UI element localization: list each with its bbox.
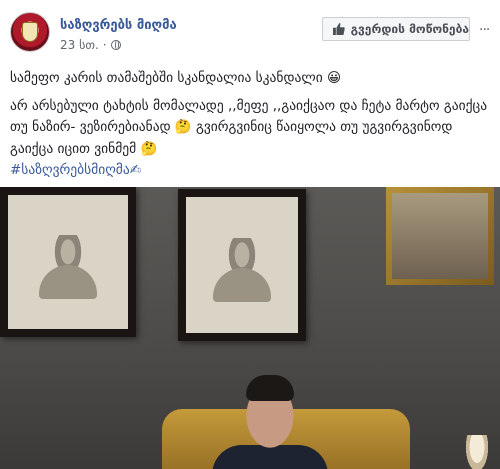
post-text-line: თუ ნაზირ- ვეზირებიანად 🤔 გვირგვინიც წაიყ… (10, 119, 453, 135)
post-text-line: სამეფო კარის თამაშებში სკანდალია სკანდალ… (10, 70, 342, 86)
page-name-link[interactable]: საზღვრებს მიღმა (60, 18, 177, 33)
post-text-line: გაიქცა იცით ვინმემ 🤔 (10, 141, 158, 157)
globe-icon[interactable] (110, 40, 121, 50)
table-lamp (464, 435, 490, 469)
thumbs-up-icon (333, 23, 345, 35)
man-head (240, 375, 300, 449)
post-text-line: არ არსებული ტახტის მომალადე ,,მეფე ,,გაი… (10, 98, 488, 114)
post-time[interactable]: 23 სთ. (60, 38, 99, 52)
hashtag-link[interactable]: #საზღვრებსმიღმა✍ (10, 162, 141, 178)
post-meta: 23 სთ. · (60, 38, 121, 52)
framed-portrait-center (178, 189, 306, 341)
coat-of-arms-icon (22, 22, 38, 42)
page-avatar[interactable] (10, 12, 50, 52)
framed-painting-right (386, 187, 494, 285)
post-photo[interactable] (0, 187, 500, 469)
more-options-button[interactable]: ··· (479, 22, 490, 38)
separator-dot: · (102, 38, 107, 52)
facebook-post: საზღვრებს მიღმა 23 სთ. · გვერდის მოწონებ… (0, 0, 500, 469)
like-page-button[interactable]: გვერდის მოწონება (322, 17, 470, 41)
framed-portrait-left (0, 187, 136, 337)
like-page-label: გვერდის მოწონება (350, 22, 469, 36)
